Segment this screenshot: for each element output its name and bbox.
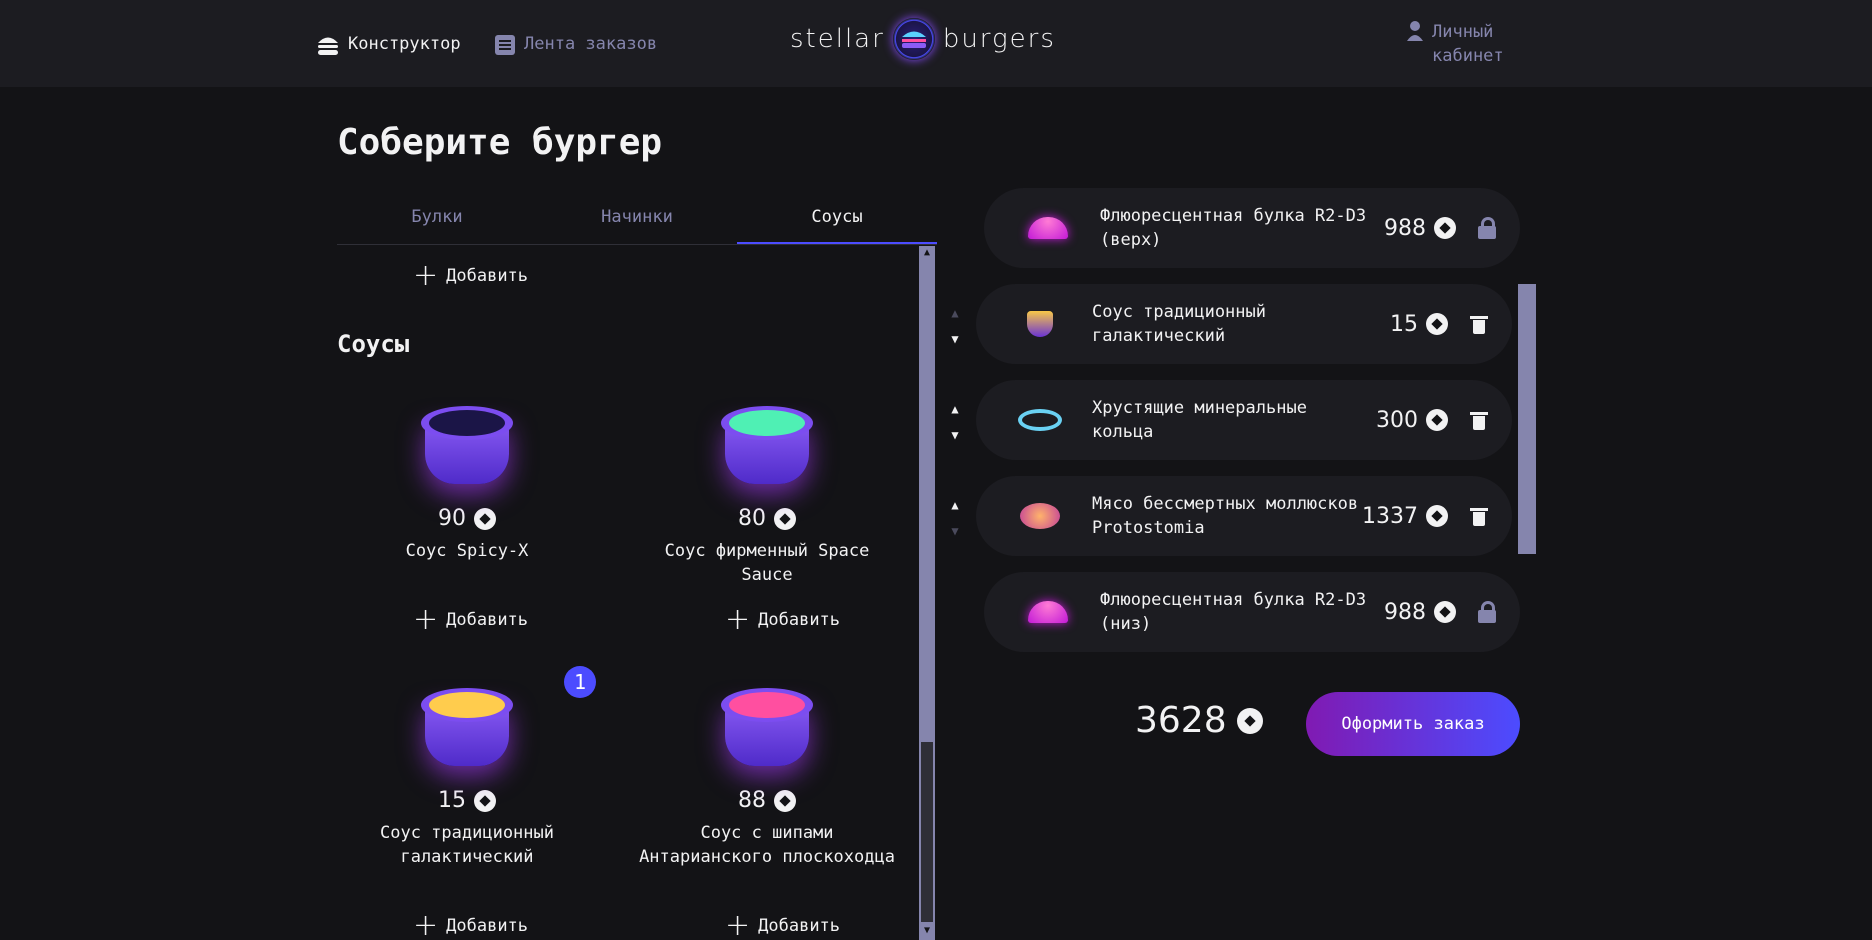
currency-icon [1426,409,1448,431]
ingredient-name: Соус с шипами Антарианского плоскоходца [639,823,895,867]
drag-icon[interactable]: ▲ ▼ [948,402,962,442]
nav-constructor-label: Конструктор [348,34,461,54]
tab-buns[interactable]: Булки [337,197,537,244]
constructor-filling[interactable]: Соус традиционный галактический 15 [976,284,1512,364]
nav-account-link[interactable]: Личный кабинет [1406,20,1504,68]
currency-icon [774,507,796,530]
item-price: 988 [1384,599,1426,625]
logo-text-left: stellar [790,24,885,54]
plus-icon: + [725,602,751,637]
lock-icon [1478,217,1496,239]
add-button[interactable]: + Добавить [413,258,529,293]
tab-fillings[interactable]: Начинки [537,197,737,244]
ingredient-card[interactable]: 88 Соус с шипами Антарианского плоскоход… [637,678,897,869]
drag-icon[interactable]: ▲ ▼ [948,498,962,538]
plus-icon: + [725,908,751,940]
currency-icon [1434,601,1456,623]
delete-icon[interactable] [1470,506,1488,526]
currency-icon [474,789,496,812]
ingredient-card[interactable]: 90 Соус Spicy-X [337,396,597,563]
ingredients-scrollbar-thumb[interactable] [921,742,933,922]
currency-icon [1426,313,1448,335]
ingredient-card[interactable]: 80 Соус фирменный Space Sauce [637,396,897,587]
item-name: Хрустящие минеральные кольца [1092,398,1307,442]
item-name: Флюоресцентная булка R2-D3 (низ) [1100,590,1367,634]
sauce-image [717,396,817,492]
add-label: Добавить [446,266,529,286]
ingredient-name: Соус традиционный галактический [380,823,554,867]
burger-icon [318,37,338,55]
total-price: 3628 [1135,700,1227,741]
item-price: 988 [1384,215,1426,241]
plus-icon: + [413,258,439,293]
list-icon [495,35,515,55]
ingredient-thumb [1018,409,1062,431]
item-price: 300 [1376,407,1418,433]
add-label: Добавить [758,916,841,936]
page-title: Соберите бургер [337,122,663,163]
item-name: Флюоресцентная булка R2-D3 (верх) [1100,206,1367,250]
lock-icon [1478,601,1496,623]
tab-sauces[interactable]: Соусы [737,197,937,244]
constructor-bottom-bun[interactable]: Флюоресцентная булка R2-D3 (низ) 988 [984,572,1520,652]
item-price: 1337 [1362,503,1418,529]
ingredient-tabs: Булки Начинки Соусы [337,197,937,245]
delete-icon[interactable] [1470,314,1488,334]
nav-account-line1: Личный [1432,22,1494,42]
nav-constructor-link[interactable]: Конструктор [316,34,461,56]
burger-logo-icon [892,18,935,60]
sauce-image [417,678,517,774]
place-order-button[interactable]: Оформить заказ [1306,692,1520,756]
add-button[interactable]: + Добавить [413,908,529,940]
logo-text-right: burgers [942,24,1056,54]
constructor-filling[interactable]: Хрустящие минеральные кольца 300 [976,380,1512,460]
sauce-image [417,396,517,492]
currency-icon [1236,707,1263,734]
item-name: Соус традиционный галактический [1092,302,1266,346]
constructor-filling[interactable]: Мясо бессмертных моллюсков Protostomia 1… [976,476,1512,556]
fillings-scrollbar[interactable] [1518,284,1536,554]
add-label: Добавить [446,610,529,630]
scroll-down-icon[interactable]: ▼ [919,924,935,938]
ingredient-thumb [1020,503,1060,529]
ingredient-name: Соус фирменный Space Sauce [664,541,870,585]
constructor-top-bun[interactable]: Флюоресцентная булка R2-D3 (верх) 988 [984,188,1520,268]
add-label: Добавить [446,916,529,936]
price: 88 [738,788,766,813]
price: 15 [438,788,466,813]
app-header: Конструктор Лента заказов stellar burger… [0,0,1872,87]
delete-icon[interactable] [1470,410,1488,430]
add-button[interactable]: + Добавить [725,908,841,940]
profile-icon [1407,21,1423,41]
bun-image [1028,217,1068,239]
ingredient-name: Соус Spicy-X [405,541,529,561]
add-label: Добавить [758,610,841,630]
scroll-up-icon[interactable]: ▲ [919,246,935,260]
currency-icon [1426,505,1448,527]
currency-icon [474,507,496,530]
drag-icon[interactable]: ▲ ▼ [948,306,962,346]
plus-icon: + [413,602,439,637]
add-button[interactable]: + Добавить [413,602,529,637]
item-price: 15 [1390,311,1418,337]
price: 90 [438,506,466,531]
price: 80 [738,506,766,531]
ingredient-thumb [1027,311,1053,337]
currency-icon [774,789,796,812]
nav-account-line2: кабинет [1432,46,1504,66]
ingredient-card[interactable]: 15 Соус традиционный галактический [337,678,597,869]
plus-icon: + [413,908,439,940]
sauce-image [717,678,817,774]
add-button[interactable]: + Добавить [725,602,841,637]
section-title-sauces: Соусы [337,330,410,358]
nav-feed-link[interactable]: Лента заказов [494,34,657,56]
ingredients-list[interactable]: + Добавить Соусы 90 Соус Spicy-X 80 Соус… [337,246,919,940]
logo[interactable]: stellar burgers [790,18,1056,60]
bun-image [1028,601,1068,623]
currency-icon [1434,217,1456,239]
nav-feed-label: Лента заказов [524,34,658,54]
order-total: 3628 [1135,700,1263,741]
item-name: Мясо бессмертных моллюсков Protostomia [1092,494,1359,538]
